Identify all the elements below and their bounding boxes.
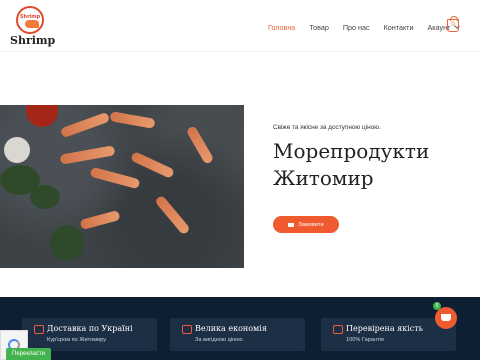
order-button[interactable]: Замовити: [273, 216, 339, 233]
nav-item-products[interactable]: Товар: [309, 23, 329, 32]
feature-title: Доставка по Україні: [47, 324, 133, 333]
feature-title: Велика економія: [195, 324, 267, 333]
hero-tagline: Свіже та якісне за доступною ціною.: [273, 124, 381, 131]
salt-bowl: [4, 137, 30, 163]
heart-icon: [333, 325, 343, 334]
order-button-label: Замовити: [298, 221, 324, 228]
feature-delivery: Доставка по Україні Кур'єром по Житомиру: [22, 318, 157, 351]
feature-subtitle: За вигідною ціною.: [195, 337, 245, 343]
truck-icon: [34, 325, 44, 334]
translate-button[interactable]: Перекласти: [6, 348, 51, 360]
feature-savings: Велика економія За вигідною ціною.: [170, 318, 305, 351]
money-icon: [182, 325, 192, 334]
page: Shrimp Shrimp Головна Товар Про нас Конт…: [0, 0, 480, 360]
nav-item-about[interactable]: Про нас: [343, 23, 370, 32]
main-nav: Головна Товар Про нас Контакти Акаунт: [268, 20, 473, 34]
nav-item-contacts[interactable]: Контакти: [384, 23, 414, 32]
hero-image: [0, 105, 244, 268]
logo-badge: Shrimp: [16, 6, 44, 34]
cart-count: 0: [451, 22, 455, 28]
hero-title: Морепродукти Житомир: [273, 139, 430, 190]
nav-item-home[interactable]: Головна: [268, 23, 295, 32]
cart-button[interactable]: 0: [447, 16, 459, 32]
cart-icon: [288, 222, 295, 227]
features-bar: Доставка по Україні Кур'єром по Житомиру…: [0, 297, 480, 360]
feature-title: Перевірена якість: [346, 324, 423, 333]
floating-cart-button[interactable]: [435, 307, 457, 329]
site-header: Shrimp Shrimp Головна Товар Про нас Конт…: [0, 0, 480, 52]
feature-subtitle: 100% Гарантія: [346, 337, 384, 343]
logo-text: Shrimp: [10, 34, 56, 47]
feature-subtitle: Кур'єром по Житомиру: [47, 337, 107, 343]
shrimp-icon: [25, 20, 39, 28]
site-logo[interactable]: Shrimp Shrimp: [10, 6, 56, 48]
basket-icon: [441, 314, 451, 321]
floating-cart-count: 0: [433, 302, 441, 310]
